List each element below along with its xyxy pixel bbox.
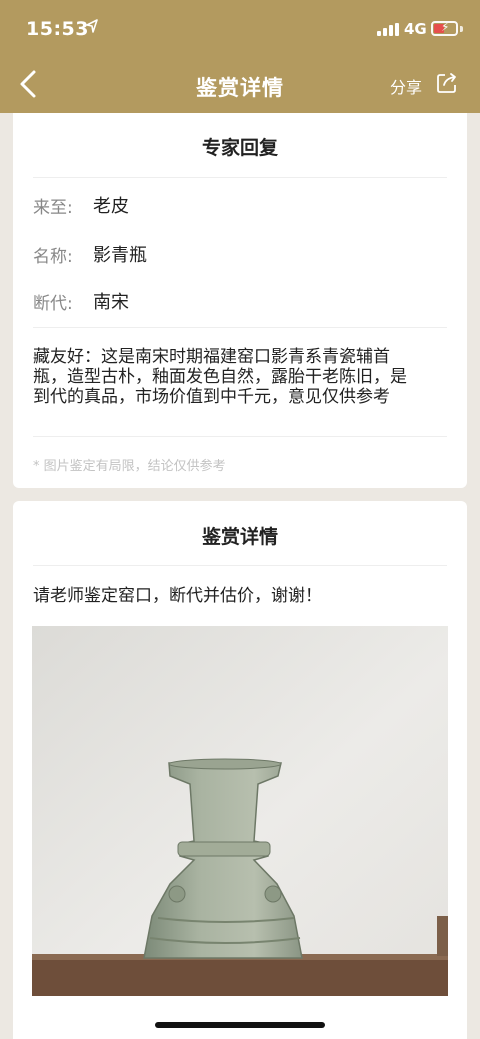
charging-bolt-icon: ⚡ — [441, 20, 450, 34]
expert-reply-card: 专家回复 来至: 老皮 名称: 影青瓶 断代: 南宋 藏友好：这是南宋时期福建窑… — [13, 113, 467, 488]
divider — [33, 327, 447, 328]
reply-line: 瓶，造型古朴，釉面发色自然，露胎干老陈旧，是 — [33, 367, 407, 387]
network-type: 4G — [404, 20, 427, 38]
expert-reply-title: 专家回复 — [201, 137, 278, 159]
dating-value: 南宋 — [93, 292, 129, 313]
dating-label: 断代: — [33, 294, 73, 314]
signal-icon — [377, 23, 399, 36]
share-button[interactable]: 分享 — [388, 72, 464, 98]
divider — [33, 177, 447, 178]
header: 15:53 4G ⚡ 鉴赏详情 分享 — [0, 0, 480, 113]
share-label: 分享 — [390, 78, 423, 97]
home-indicator[interactable] — [155, 1022, 325, 1028]
source-value: 老皮 — [93, 196, 129, 217]
divider — [33, 565, 447, 566]
reply-line: 藏友好：这是南宋时期福建窑口影青系青瓷辅首 — [33, 347, 390, 367]
name-value: 影青瓶 — [93, 245, 147, 266]
expert-reply-text: 藏友好：这是南宋时期福建窑口影青系青瓷辅首 瓶，造型古朴，釉面发色自然，露胎干老… — [33, 347, 445, 407]
divider — [33, 436, 447, 437]
name-label: 名称: — [33, 247, 73, 267]
status-time: 15:53 — [26, 18, 89, 40]
share-icon — [437, 73, 456, 93]
battery-cap — [460, 26, 463, 32]
appraisal-request-text: 请老师鉴定窑口，断代并估价，谢谢！ — [33, 586, 322, 606]
disclaimer-note: * 图片鉴定有局限，结论仅供参考 — [33, 459, 226, 474]
celadon-vase-photo[interactable] — [32, 626, 448, 996]
appraisal-detail-title: 鉴赏详情 — [201, 526, 278, 548]
status-bar: 15:53 4G ⚡ — [0, 0, 480, 60]
source-label: 来至: — [33, 198, 73, 218]
navigation-bar: 鉴赏详情 分享 — [0, 60, 480, 113]
appraisal-detail-card: 鉴赏详情 请老师鉴定窑口，断代并估价，谢谢！ — [13, 501, 467, 1039]
battery-icon: ⚡ — [431, 20, 458, 36]
location-arrow-icon — [86, 19, 98, 37]
reply-line: 到代的真品，市场价值到中千元，意见仅供参考 — [33, 387, 390, 407]
